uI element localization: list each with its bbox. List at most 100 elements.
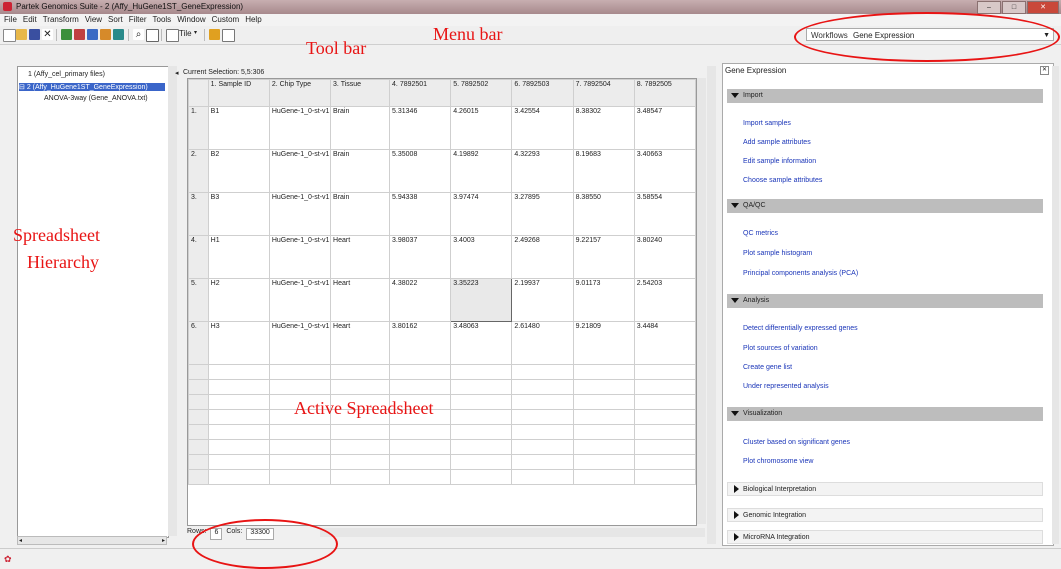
- sidebar-toggle-icon[interactable]: [222, 29, 235, 42]
- scroll-left-icon[interactable]: ◂: [19, 537, 22, 544]
- panel-icon[interactable]: [146, 29, 159, 42]
- task-cluster-significant-genes[interactable]: Cluster based on significant genes: [743, 439, 850, 446]
- column-header[interactable]: 1. Sample ID: [207, 79, 270, 107]
- column-header[interactable]: 4. 7892501: [389, 79, 452, 107]
- table-cell[interactable]: 3.80162: [389, 321, 452, 365]
- tree-item-gene-expression[interactable]: ⊟ 2 (Affy_HuGene1ST_GeneExpression): [19, 83, 165, 91]
- table-cell[interactable]: HuGene-1_0-st-v1: [268, 235, 332, 279]
- section-visualization[interactable]: Visualization: [727, 407, 1043, 421]
- workflow-icon[interactable]: [209, 29, 220, 40]
- task-pca[interactable]: Principal components analysis (PCA): [743, 270, 858, 277]
- bar-chart-icon[interactable]: [74, 29, 85, 40]
- maximize-button[interactable]: □: [1002, 1, 1026, 14]
- close-icon[interactable]: ✕: [1040, 66, 1049, 75]
- table-cell[interactable]: Heart: [330, 278, 391, 322]
- menu-tools[interactable]: Tools: [153, 14, 172, 26]
- table-cell[interactable]: 8.38550: [572, 192, 635, 236]
- open-folder-icon[interactable]: [16, 29, 27, 40]
- task-detect-de-genes[interactable]: Detect differentially expressed genes: [743, 325, 858, 332]
- table-cell[interactable]: 9.21809: [572, 321, 635, 365]
- task-edit-sample-information[interactable]: Edit sample information: [743, 158, 816, 165]
- table-cell[interactable]: 3.4003: [450, 235, 513, 279]
- column-header[interactable]: 8. 7892505: [633, 79, 696, 107]
- menu-file[interactable]: File: [4, 14, 17, 26]
- table-cell[interactable]: HuGene-1_0-st-v1: [268, 321, 332, 365]
- section-analysis[interactable]: Analysis: [727, 294, 1043, 308]
- table-cell[interactable]: HuGene-1_0-st-v1: [268, 149, 332, 193]
- table-cell[interactable]: HuGene-1_0-st-v1: [268, 278, 332, 322]
- table-cell[interactable]: HuGene-1_0-st-v1: [268, 106, 332, 150]
- section-biological-interpretation[interactable]: Biological Interpretation: [727, 482, 1043, 496]
- table-cell[interactable]: 4.26015: [450, 106, 513, 150]
- table-cell[interactable]: B2: [207, 149, 270, 193]
- table-cell[interactable]: 3.48063: [450, 321, 513, 365]
- task-import-samples[interactable]: Import samples: [743, 120, 791, 127]
- task-choose-sample-attributes[interactable]: Choose sample attributes: [743, 177, 822, 184]
- table-cell[interactable]: 2.19937: [511, 278, 574, 322]
- task-under-represented-analysis[interactable]: Under represented analysis: [743, 383, 829, 390]
- task-plot-sample-histogram[interactable]: Plot sample histogram: [743, 250, 812, 257]
- table-cell[interactable]: Heart: [330, 321, 391, 365]
- chevron-down-icon[interactable]: ▾: [194, 29, 197, 36]
- selected-cell[interactable]: 3.35223: [450, 278, 513, 322]
- table-cell[interactable]: Brain: [330, 106, 391, 150]
- table-cell[interactable]: 2.61480: [511, 321, 574, 365]
- task-qc-metrics[interactable]: QC metrics: [743, 230, 778, 237]
- scroll-right-icon[interactable]: ▸: [162, 537, 165, 544]
- table-cell[interactable]: 3.27895: [511, 192, 574, 236]
- column-header[interactable]: 7. 7892504: [572, 79, 635, 107]
- table-cell[interactable]: H2: [207, 278, 270, 322]
- table-cell[interactable]: 4.32293: [511, 149, 574, 193]
- splitter-scrollbar[interactable]: [707, 66, 716, 544]
- table-cell[interactable]: 5.94338: [389, 192, 452, 236]
- row-header[interactable]: 6.: [188, 321, 209, 365]
- table-cell[interactable]: 3.80240: [633, 235, 696, 279]
- table-cell[interactable]: 3.48547: [633, 106, 696, 150]
- menu-view[interactable]: View: [85, 14, 102, 26]
- minimize-button[interactable]: –: [977, 1, 1001, 14]
- menu-window[interactable]: Window: [177, 14, 205, 26]
- table-cell[interactable]: 2.54203: [633, 278, 696, 322]
- table-cell[interactable]: Heart: [330, 235, 391, 279]
- table-cell[interactable]: 4.38022: [389, 278, 452, 322]
- task-plot-chromosome-view[interactable]: Plot chromosome view: [743, 458, 813, 465]
- hierarchy-vertical-scrollbar[interactable]: [168, 66, 177, 536]
- tree-expand-icon[interactable]: ⊟: [19, 84, 27, 91]
- table-cell[interactable]: 3.97474: [450, 192, 513, 236]
- tree-item-primary[interactable]: 1 (Affy_cel_primary files): [28, 71, 105, 78]
- new-file-icon[interactable]: [3, 29, 16, 42]
- table-cell[interactable]: 8.19683: [572, 149, 635, 193]
- table-cell[interactable]: 4.19892: [450, 149, 513, 193]
- menu-help[interactable]: Help: [245, 14, 261, 26]
- table-cell[interactable]: 3.98037: [389, 235, 452, 279]
- row-header[interactable]: 1.: [188, 106, 209, 150]
- table-cell[interactable]: 3.40663: [633, 149, 696, 193]
- column-header[interactable]: 6. 7892503: [511, 79, 574, 107]
- table-cell[interactable]: 3.42554: [511, 106, 574, 150]
- menu-transform[interactable]: Transform: [43, 14, 79, 26]
- tree-item-anova[interactable]: ANOVA-3way (Gene_ANOVA.txt): [44, 95, 148, 102]
- delete-icon[interactable]: ✕: [42, 29, 53, 40]
- column-header[interactable]: 2. Chip Type: [268, 79, 332, 107]
- row-header[interactable]: 2.: [188, 149, 209, 193]
- task-add-sample-attributes[interactable]: Add sample attributes: [743, 139, 811, 146]
- task-plot-sources-of-variation[interactable]: Plot sources of variation: [743, 345, 818, 352]
- menu-edit[interactable]: Edit: [23, 14, 37, 26]
- table-cell[interactable]: Brain: [330, 192, 391, 236]
- row-header[interactable]: 4.: [188, 235, 209, 279]
- tile-icon[interactable]: [166, 29, 179, 42]
- row-header[interactable]: 5.: [188, 278, 209, 322]
- menu-filter[interactable]: Filter: [129, 14, 147, 26]
- find-icon[interactable]: ⌕: [133, 29, 144, 40]
- save-icon[interactable]: [29, 29, 40, 40]
- table-cell[interactable]: 2.49268: [511, 235, 574, 279]
- heatmap-icon[interactable]: [113, 29, 124, 40]
- hierarchy-horizontal-scrollbar[interactable]: ◂ ▸: [17, 536, 167, 545]
- close-button[interactable]: ✕: [1027, 1, 1059, 14]
- menu-sort[interactable]: Sort: [108, 14, 123, 26]
- workflow-panel-scrollbar[interactable]: [1052, 66, 1059, 544]
- section-genomic-integration[interactable]: Genomic Integration: [727, 508, 1043, 522]
- column-header[interactable]: 5. 7892502: [450, 79, 513, 107]
- spreadsheet-vertical-scrollbar[interactable]: [697, 78, 706, 524]
- table-cell[interactable]: H1: [207, 235, 270, 279]
